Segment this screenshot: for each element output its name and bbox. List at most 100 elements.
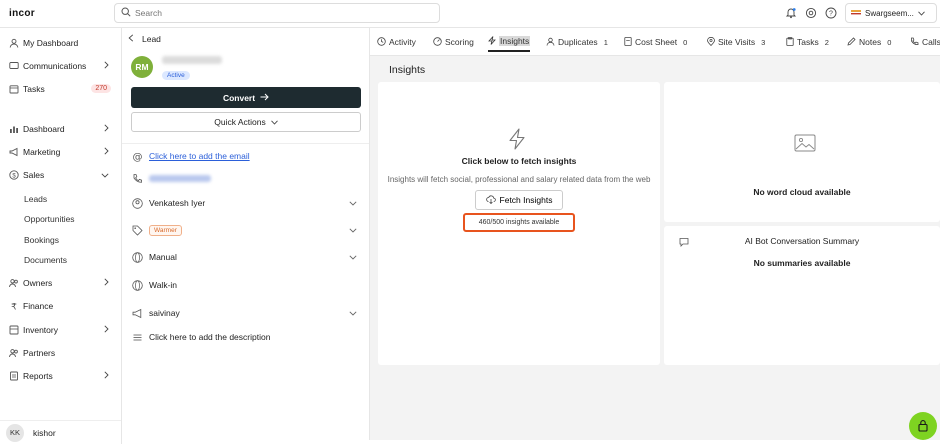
sidebar-item-reports[interactable]: Reports xyxy=(0,366,121,386)
user-circle-icon xyxy=(131,197,144,210)
report-icon xyxy=(8,371,19,382)
phone-icon xyxy=(131,172,144,185)
lead-breadcrumb: Lead xyxy=(142,34,161,44)
at-icon: @ xyxy=(131,150,144,163)
tab-activity[interactable]: Activity xyxy=(377,34,416,50)
add-email-link[interactable]: Click here to add the email xyxy=(149,151,250,161)
sidebar-item-partners[interactable]: Partners xyxy=(0,343,121,363)
temperature-field[interactable]: Warmer xyxy=(131,222,361,238)
sidebar-item-label: Dashboard xyxy=(23,124,65,134)
tab-count: 3 xyxy=(761,37,766,47)
gauge-icon xyxy=(433,36,442,48)
word-cloud-card: No word cloud available xyxy=(664,82,940,222)
divider xyxy=(122,143,369,144)
sidebar-subitem-opportunities[interactable]: Opportunities xyxy=(24,211,75,227)
sidebar-item-my-dashboard[interactable]: My Dashboard xyxy=(0,33,121,53)
sidebar-item-label: Inventory xyxy=(23,325,58,335)
channel-value: Walk-in xyxy=(149,280,178,290)
chevron-down-icon xyxy=(101,170,109,180)
sidebar-item-marketing[interactable]: Marketing xyxy=(0,142,121,162)
tab-cost-sheet[interactable]: Cost Sheet 0 xyxy=(624,34,687,50)
tab-label: Duplicates xyxy=(558,37,598,47)
help-icon[interactable]: ? xyxy=(824,6,837,19)
fetch-insights-button[interactable]: Fetch Insights xyxy=(475,190,563,210)
user-icon xyxy=(546,37,555,48)
megaphone-icon xyxy=(8,147,19,158)
sidebar-item-tasks[interactable]: Tasks 270 xyxy=(0,79,121,99)
sidebar-subitem-documents[interactable]: Documents xyxy=(24,252,67,268)
back-icon[interactable] xyxy=(128,34,134,44)
tab-label: Activity xyxy=(389,37,416,47)
calendar-icon xyxy=(8,84,19,95)
ai-bot-title: AI Bot Conversation Summary xyxy=(744,236,860,246)
insights-availability: 460/500 insights available xyxy=(463,213,575,232)
owner-name: Venkatesh Iyer xyxy=(149,198,206,208)
user-profile[interactable]: KK kishor xyxy=(0,420,121,444)
tab-scoring[interactable]: Scoring xyxy=(433,34,474,50)
chat-icon xyxy=(8,61,19,72)
rupee-icon: ₹ xyxy=(8,301,19,312)
status-badge: Active xyxy=(162,71,190,80)
bar-chart-icon xyxy=(8,124,19,135)
source-field[interactable]: Manual xyxy=(131,249,361,265)
partners-icon xyxy=(8,348,19,359)
search-icon xyxy=(121,7,131,19)
tab-label: Scoring xyxy=(445,37,474,47)
search-box[interactable] xyxy=(114,3,440,23)
sidebar-item-finance[interactable]: ₹ Finance xyxy=(0,296,121,316)
lead-avatar: RM xyxy=(131,56,153,78)
ai-bot-empty: No summaries available xyxy=(753,258,851,268)
chevron-down-icon xyxy=(270,117,278,127)
top-icons: ? xyxy=(784,6,837,19)
cloud-download-icon xyxy=(485,194,496,206)
org-name: Swargseem... xyxy=(865,8,914,18)
tab-duplicates[interactable]: Duplicates 1 xyxy=(546,34,608,50)
sidebar-item-owners[interactable]: Owners xyxy=(0,273,121,293)
chevron-down-icon xyxy=(349,308,357,318)
tab-insights[interactable]: Insights xyxy=(488,32,531,52)
sidebar-item-inventory[interactable]: Inventory xyxy=(0,320,121,340)
tab-label: Calls xyxy=(922,37,940,47)
sidebar-subitem-leads[interactable]: Leads xyxy=(24,191,47,207)
fetch-heading: Click below to fetch insights xyxy=(461,156,577,166)
tab-calls[interactable]: Calls xyxy=(910,34,940,50)
chevron-right-icon xyxy=(104,61,109,71)
lead-header: Lead xyxy=(128,34,161,44)
campaign-field[interactable]: saivinay xyxy=(131,305,361,321)
tag-icon xyxy=(131,224,144,237)
sidebar-item-communications[interactable]: Communications xyxy=(0,56,121,76)
tab-count: 1 xyxy=(603,37,608,47)
tab-site-visits[interactable]: Site Visits 3 xyxy=(707,34,765,50)
tab-notes[interactable]: Notes 0 xyxy=(847,34,891,50)
fetch-description: Insights will fetch social, professional… xyxy=(387,175,651,184)
app-logo[interactable]: incor xyxy=(9,8,35,19)
quick-actions-button[interactable]: Quick Actions xyxy=(131,112,361,132)
chevron-down-icon xyxy=(918,9,925,18)
tab-label: Notes xyxy=(859,37,882,47)
chevron-down-icon xyxy=(349,252,357,262)
sidebar-subitem-bookings[interactable]: Bookings xyxy=(24,232,59,248)
tab-label: Tasks xyxy=(797,37,819,47)
sidebar-item-sales[interactable]: $ Sales xyxy=(0,165,121,185)
sidebar-item-label: Tasks xyxy=(23,84,45,94)
temperature-badge: Warmer xyxy=(149,224,182,236)
svg-text:₹: ₹ xyxy=(11,303,17,312)
bell-icon[interactable] xyxy=(784,6,797,19)
source-value: Manual xyxy=(149,252,177,262)
owner-field[interactable]: Venkatesh Iyer xyxy=(131,195,361,211)
tab-count: 0 xyxy=(887,37,892,47)
add-description-link[interactable]: Click here to add the description xyxy=(149,332,270,342)
sidebar-item-label: Finance xyxy=(23,301,54,311)
chevron-right-icon xyxy=(104,147,109,157)
avatar: KK xyxy=(6,423,24,442)
ai-bot-summary-card: AI Bot Conversation Summary No summaries… xyxy=(664,226,940,365)
gear-icon[interactable] xyxy=(804,6,817,19)
assistant-fab[interactable] xyxy=(909,412,937,440)
sidebar-item-dashboard[interactable]: Dashboard xyxy=(0,119,121,139)
svg-text:?: ? xyxy=(829,10,833,17)
search-input[interactable] xyxy=(135,8,425,18)
convert-button[interactable]: Convert xyxy=(131,87,361,108)
convert-label: Convert xyxy=(222,92,256,103)
tab-tasks[interactable]: Tasks 2 xyxy=(786,34,829,50)
org-selector[interactable]: Swargseem... xyxy=(845,3,937,23)
